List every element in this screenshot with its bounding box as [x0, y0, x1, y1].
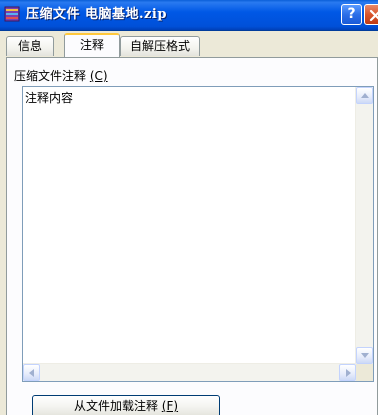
- tab-comment[interactable]: 注释: [64, 33, 120, 57]
- scrollbar-corner: [356, 364, 373, 381]
- scroll-down-button[interactable]: [356, 347, 373, 364]
- window-title: 压缩文件 电脑基地.zip: [26, 7, 167, 22]
- arrow-down-icon: [361, 353, 369, 358]
- horizontal-scrollbar[interactable]: [23, 363, 356, 381]
- arrow-left-icon: [29, 369, 34, 377]
- arrow-up-icon: [361, 93, 369, 98]
- load-comment-shortcut: (F): [161, 399, 179, 413]
- close-button[interactable]: [364, 4, 378, 25]
- comment-label-shortcut: (C): [89, 69, 108, 83]
- load-comment-button[interactable]: 从文件加载注释 (F): [32, 395, 220, 415]
- scroll-up-button[interactable]: [356, 87, 373, 104]
- title-bar[interactable]: 压缩文件 电脑基地.zip ?: [0, 0, 378, 31]
- scroll-right-button[interactable]: [339, 364, 356, 381]
- comment-label-text: 压缩文件注释: [14, 69, 87, 83]
- help-button[interactable]: ?: [341, 4, 362, 25]
- vertical-scrollbar[interactable]: [355, 87, 373, 364]
- comment-text[interactable]: 注释内容: [25, 89, 73, 106]
- tab-info[interactable]: 信息: [6, 36, 54, 56]
- close-icon: [369, 9, 378, 22]
- tab-sfx[interactable]: 自解压格式: [120, 36, 200, 56]
- archive-icon: [4, 6, 20, 22]
- load-comment-label: 从文件加载注释: [73, 399, 158, 413]
- arrow-right-icon: [346, 369, 351, 377]
- dialog-window: 压缩文件 电脑基地.zip ? 信息 注释 自解压格式 压缩文件注释 (C) 注…: [0, 0, 378, 415]
- comment-label: 压缩文件注释 (C): [14, 67, 108, 84]
- scroll-left-button[interactable]: [23, 364, 40, 381]
- comment-textarea[interactable]: 注释内容: [22, 86, 374, 382]
